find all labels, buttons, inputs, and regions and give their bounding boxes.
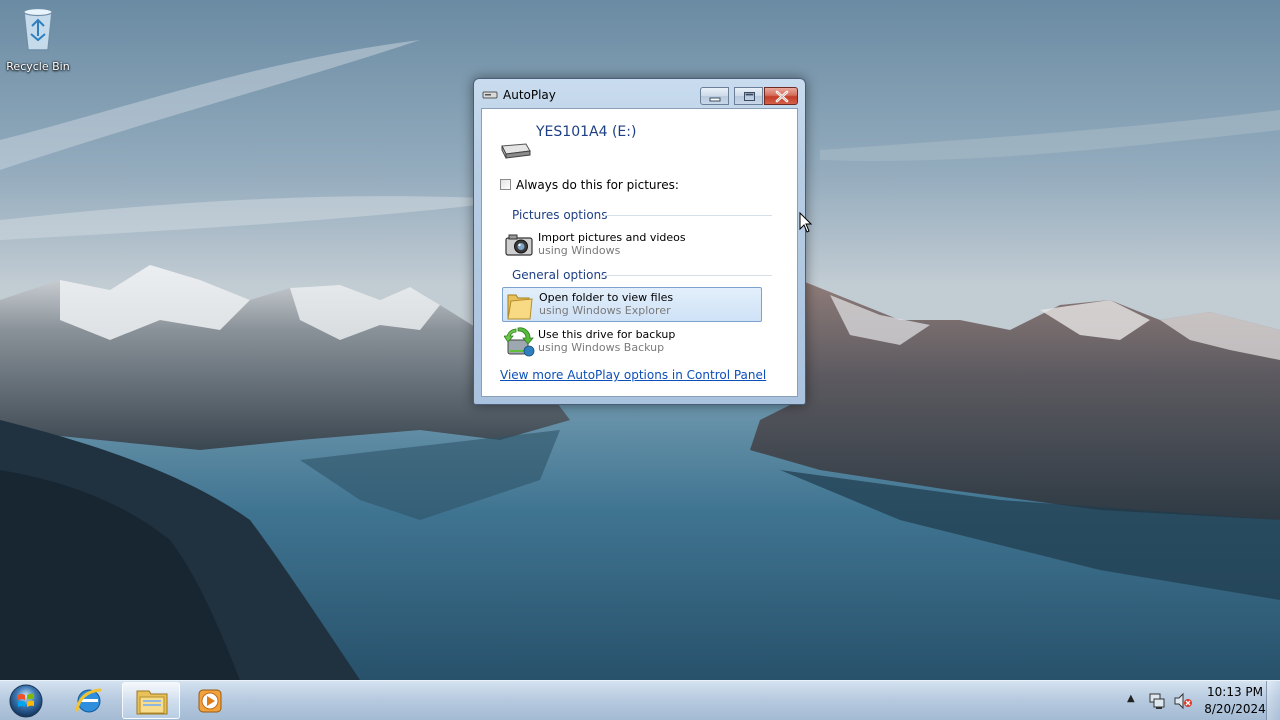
show-desktop-button[interactable]: [1266, 681, 1280, 720]
section-heading-general: General options: [512, 268, 608, 282]
backup-icon: [504, 327, 535, 357]
option-title: Open folder to view files: [539, 291, 674, 304]
taskbar-media-player[interactable]: [182, 682, 240, 719]
option-subtitle: using Windows Explorer: [539, 304, 671, 317]
windows-explorer-icon: [136, 690, 168, 715]
minimize-button[interactable]: [700, 87, 729, 105]
taskbar-internet-explorer[interactable]: [60, 682, 118, 719]
always-do-label[interactable]: Always do this for pictures:: [516, 178, 679, 192]
desktop-icon-label: Recycle Bin: [6, 60, 70, 73]
start-button[interactable]: [6, 682, 46, 720]
media-player-icon: [198, 689, 222, 713]
clock-date[interactable]: 8/20/2024: [1203, 702, 1267, 716]
window-content: YES101A4 (E:) Always do this for picture…: [481, 108, 798, 397]
option-backup[interactable]: Use this drive for backup using Windows …: [502, 325, 762, 359]
device-label: YES101A4 (E:): [536, 124, 637, 140]
option-subtitle: using Windows Backup: [538, 341, 665, 354]
close-icon: [775, 90, 789, 103]
option-open-folder[interactable]: Open folder to view files using Windows …: [502, 287, 762, 322]
option-import-pictures[interactable]: Import pictures and videos using Windows: [502, 228, 762, 262]
section-heading-pictures: Pictures options: [512, 208, 608, 222]
section-divider: [600, 275, 772, 276]
taskbar-windows-explorer[interactable]: [122, 682, 180, 719]
internet-explorer-icon: [75, 688, 102, 713]
drive-small-icon: [482, 91, 498, 99]
maximize-button[interactable]: [734, 87, 763, 105]
close-button[interactable]: [764, 87, 798, 105]
option-title: Import pictures and videos: [538, 231, 686, 244]
show-hidden-icons-icon[interactable]: ▲: [1127, 693, 1135, 704]
desktop-icon-recycle-bin[interactable]: Recycle Bin: [4, 6, 72, 73]
folder-icon: [507, 294, 533, 320]
window-title: AutoPlay: [503, 88, 556, 102]
usb-drive-icon: [501, 143, 531, 159]
option-subtitle: using Windows: [538, 244, 621, 257]
mouse-cursor-icon: [799, 212, 813, 233]
clock-time[interactable]: 10:13 PM: [1205, 685, 1265, 699]
minimize-icon: [709, 97, 721, 102]
control-panel-link[interactable]: View more AutoPlay options in Control Pa…: [500, 368, 766, 382]
maximize-icon: [744, 92, 755, 101]
taskbar: ▲ 10:13 PM 8/20/2024: [0, 680, 1280, 720]
always-do-checkbox[interactable]: [500, 179, 511, 190]
network-icon[interactable]: [1148, 692, 1166, 710]
camera-icon: [505, 234, 533, 256]
title-bar[interactable]: AutoPlay: [474, 79, 805, 109]
section-divider: [604, 215, 772, 216]
recycle-bin-icon: [23, 7, 53, 51]
volume-muted-icon[interactable]: [1173, 692, 1193, 710]
option-title: Use this drive for backup: [538, 328, 676, 341]
autoplay-window[interactable]: AutoPlay YES101A4 (E:) Always do this fo…: [473, 78, 806, 405]
system-tray: ▲ 10:13 PM 8/20/2024: [1110, 681, 1280, 720]
start-orb-icon: [9, 684, 43, 718]
